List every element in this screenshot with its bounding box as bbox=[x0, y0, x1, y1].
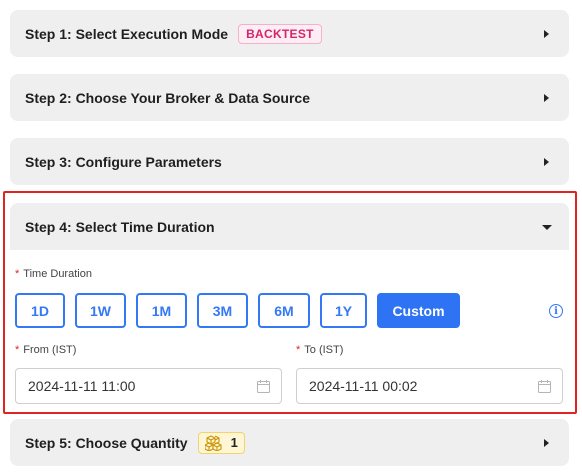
to-label-text: To (IST) bbox=[304, 344, 344, 356]
time-duration-label: * Time Duration bbox=[15, 268, 92, 280]
step-1-header[interactable]: Step 1: Select Execution Mode BACKTEST bbox=[10, 10, 569, 57]
step-2-title: Step 2: Choose Your Broker & Data Source bbox=[25, 89, 310, 106]
time-duration-label-text: Time Duration bbox=[23, 268, 92, 280]
required-mark: * bbox=[15, 268, 20, 280]
step-5-title: Step 5: Choose Quantity bbox=[25, 434, 188, 451]
step-1-title: Step 1: Select Execution Mode bbox=[25, 25, 229, 42]
duration-option-1d[interactable]: 1D bbox=[15, 293, 65, 328]
to-label: * To (IST) bbox=[296, 344, 343, 356]
step-3-title: Step 3: Configure Parameters bbox=[25, 153, 222, 170]
duration-options: 1D 1W 1M 3M 6M 1Y Custom bbox=[15, 293, 460, 328]
cubes-icon bbox=[204, 434, 222, 451]
calendar-icon bbox=[257, 380, 270, 393]
info-icon[interactable]: i bbox=[549, 304, 563, 318]
caret-right-icon bbox=[544, 93, 549, 102]
step-3-header[interactable]: Step 3: Configure Parameters bbox=[10, 138, 569, 185]
from-label-text: From (IST) bbox=[23, 344, 77, 356]
step-4-title: Step 4: Select Time Duration bbox=[25, 218, 215, 235]
duration-option-1m[interactable]: 1M bbox=[136, 293, 187, 328]
duration-option-6m[interactable]: 6M bbox=[258, 293, 310, 328]
quantity-badge-value: 1 bbox=[230, 435, 238, 450]
duration-option-1y[interactable]: 1Y bbox=[320, 293, 367, 328]
caret-right-icon bbox=[544, 29, 549, 38]
duration-option-3m[interactable]: 3M bbox=[197, 293, 248, 328]
caret-right-icon bbox=[544, 157, 549, 166]
duration-option-custom[interactable]: Custom bbox=[377, 293, 460, 328]
step-5-header[interactable]: Step 5: Choose Quantity 1 bbox=[10, 419, 569, 466]
from-date-input[interactable]: 2024-11-11 11:00 bbox=[15, 368, 282, 404]
from-date-value: 2024-11-11 11:00 bbox=[28, 378, 136, 394]
caret-down-icon bbox=[542, 224, 552, 230]
step-4-header[interactable]: Step 4: Select Time Duration bbox=[10, 203, 569, 250]
to-date-value: 2024-11-11 00:02 bbox=[309, 378, 418, 394]
from-label: * From (IST) bbox=[15, 344, 76, 356]
step-2-header[interactable]: Step 2: Choose Your Broker & Data Source bbox=[10, 74, 569, 121]
quantity-badge: 1 bbox=[197, 431, 245, 454]
duration-option-1w[interactable]: 1W bbox=[75, 293, 126, 328]
calendar-icon bbox=[538, 380, 551, 393]
required-mark: * bbox=[296, 344, 301, 356]
required-mark: * bbox=[15, 344, 20, 356]
execution-mode-badge: BACKTEST bbox=[238, 23, 322, 44]
caret-right-icon bbox=[544, 438, 549, 447]
to-date-input[interactable]: 2024-11-11 00:02 bbox=[296, 368, 563, 404]
